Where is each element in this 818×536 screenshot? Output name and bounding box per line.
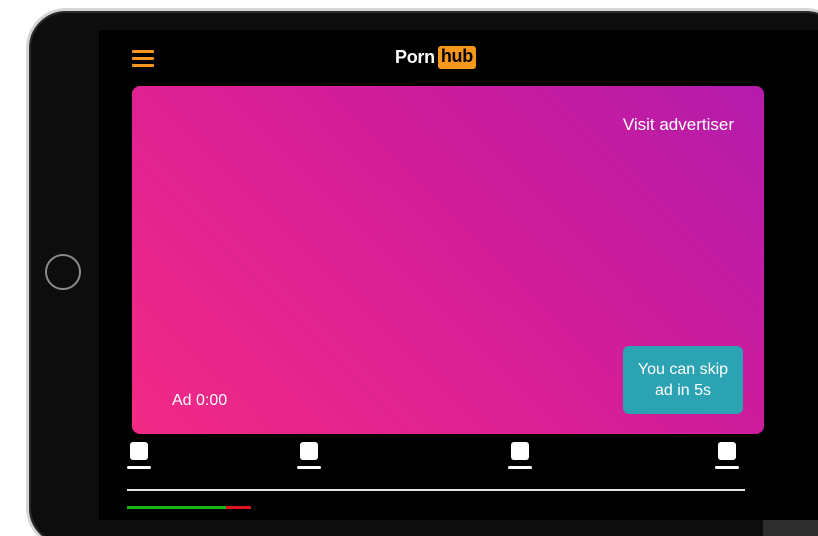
thumbnail-caption-line bbox=[297, 466, 321, 469]
video-ad-player[interactable]: Visit advertiser Ad 0:00 You can skip ad… bbox=[132, 86, 764, 434]
thumbnail-icon bbox=[300, 442, 318, 460]
skip-ad-text-line2: ad in 5s bbox=[654, 382, 712, 399]
visit-advertiser-link[interactable]: Visit advertiser bbox=[623, 115, 734, 135]
thumbnail-row bbox=[99, 442, 818, 482]
menu-bar bbox=[132, 50, 154, 53]
site-logo[interactable]: Porn hub bbox=[395, 44, 476, 70]
thumbnail-caption-line bbox=[715, 466, 739, 469]
thumbnail-caption-line bbox=[127, 466, 151, 469]
ad-timer: Ad 0:00 bbox=[172, 392, 228, 409]
thumbnail-item[interactable] bbox=[297, 442, 327, 482]
skip-ad-text-line1: You can skip bbox=[637, 361, 729, 378]
thumbnail-caption-line bbox=[508, 466, 532, 469]
menu-bar bbox=[132, 57, 154, 60]
thumbnail-icon bbox=[130, 442, 148, 460]
tablet-screen: Porn hub Visit advertiser Ad 0:00 You ca… bbox=[99, 30, 818, 520]
skip-ad-button[interactable]: You can skip ad in 5s bbox=[623, 346, 743, 414]
logo-text-porn: Porn bbox=[395, 46, 435, 67]
thumbnail-item[interactable] bbox=[127, 442, 157, 482]
logo-text-hub: hub bbox=[437, 45, 476, 69]
progress-played bbox=[127, 506, 226, 509]
scene: Porn hub Visit advertiser Ad 0:00 You ca… bbox=[0, 0, 818, 536]
ad-progress-bar[interactable] bbox=[127, 506, 253, 509]
home-button[interactable] bbox=[45, 254, 81, 290]
thumbnail-item[interactable] bbox=[715, 442, 745, 482]
progress-marker bbox=[226, 506, 251, 509]
hamburger-menu-icon[interactable] bbox=[132, 49, 154, 67]
thumbnail-icon bbox=[511, 442, 529, 460]
thumbnail-icon bbox=[718, 442, 736, 460]
menu-bar bbox=[132, 64, 154, 67]
divider-line bbox=[127, 489, 745, 491]
thumbnail-item[interactable] bbox=[508, 442, 538, 482]
